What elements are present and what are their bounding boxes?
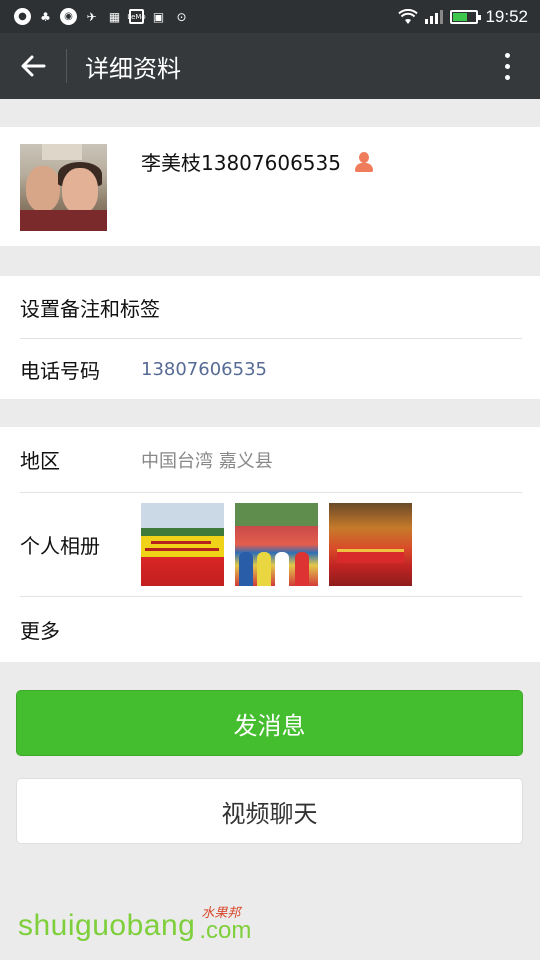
profile-name: 李美枝13807606535 [141,151,341,175]
album-row[interactable]: 个人相册 [0,493,540,596]
wifi-icon [398,8,419,24]
person-icon [353,151,375,173]
remark-label: 设置备注和标签 [20,296,160,321]
image-icon: ▣ [152,9,165,24]
phone-row: 电话号码 13807606535 [0,339,540,399]
watermark-main: shuiguobang [18,909,196,942]
clock: 19:52 [485,6,528,26]
more-dot-icon [504,52,510,58]
details-group: 地区 中国台湾 嘉义县 个人相册 更多 [0,427,540,662]
profile-name-row: 李美枝13807606535 [141,147,375,176]
qq-icon: ♣ [40,9,51,24]
send-message-button[interactable]: 发消息 [16,690,523,756]
region-label: 地区 [20,449,60,473]
phone-number-link[interactable]: 13807606535 [141,359,267,380]
signal-icon [425,9,444,24]
notification-icons: ● ♣ ◉ ✈ ▦ LeMo ▣ ⊙ [14,8,190,25]
remark-row[interactable]: 设置备注和标签 [0,276,540,338]
battery-icon [450,9,482,24]
chrome-icon: ◉ [60,8,77,25]
app-bar: 详细资料 [0,33,540,99]
avatar[interactable] [20,144,107,231]
more-icon: ⊙ [176,9,187,24]
wechat-icon: ● [14,8,31,25]
more-options-button[interactable] [474,33,540,99]
album-photo[interactable] [329,503,412,586]
album-label: 个人相册 [20,534,100,558]
region-value: 中国台湾 嘉义县 [141,450,273,472]
album-photo[interactable] [141,503,224,586]
watermark-side: 水果邦 .com [199,906,251,943]
more-dot-icon [504,74,510,80]
more-row[interactable]: 更多 [0,597,540,662]
album-photos [141,503,412,586]
more-dot-icon [504,63,510,69]
bird-icon: ✈ [86,9,97,24]
phone-label: 电话号码 [20,358,100,383]
status-bar: ● ♣ ◉ ✈ ▦ LeMo ▣ ⊙ 19:52 [0,0,540,33]
more-label: 更多 [20,619,60,643]
watermark-suffix: .com [199,917,252,944]
app-bar-divider [66,49,67,83]
video-chat-button[interactable]: 视频聊天 [16,778,523,844]
profile-card[interactable]: 李美枝13807606535 [0,127,540,246]
region-row: 地区 中国台湾 嘉义县 [0,427,540,492]
arrow-left-icon [21,55,46,77]
apps-icon: ▦ [108,9,121,24]
back-button[interactable] [0,33,66,99]
watermark: shuiguobang 水果邦 .com [18,906,251,943]
system-status: 19:52 [398,7,528,27]
page-title: 详细资料 [85,54,181,83]
album-photo[interactable] [235,503,318,586]
contact-info-group: 设置备注和标签 电话号码 13807606535 [0,276,540,399]
letv-icon: LeMo [127,9,146,24]
